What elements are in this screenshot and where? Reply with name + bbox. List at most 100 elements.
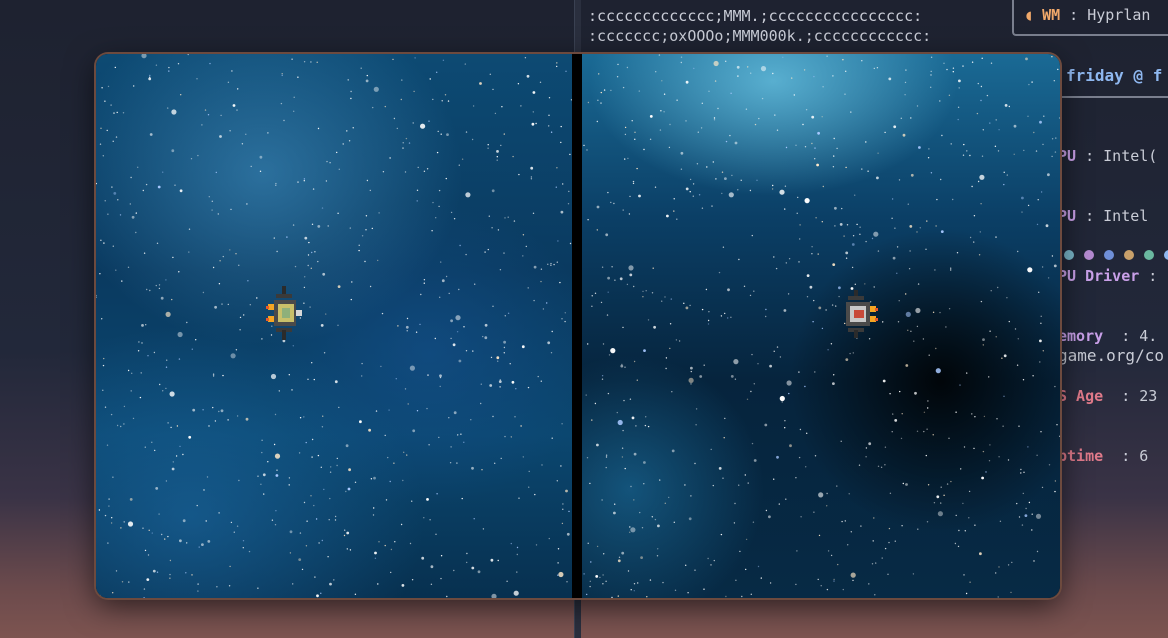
star — [832, 382, 835, 385]
star — [196, 504, 198, 507]
star — [690, 366, 693, 370]
star — [307, 264, 309, 267]
star — [795, 477, 797, 479]
star — [550, 262, 552, 265]
star — [104, 200, 106, 202]
star — [797, 196, 799, 199]
star — [725, 595, 727, 598]
star — [191, 574, 193, 576]
game-pane-left[interactable] — [96, 54, 572, 598]
star — [556, 261, 558, 263]
star — [820, 585, 822, 587]
star — [721, 171, 724, 173]
star — [149, 289, 151, 292]
game-window[interactable] — [96, 54, 1060, 598]
star — [950, 480, 952, 483]
star — [635, 425, 637, 427]
star — [645, 290, 647, 292]
star — [926, 521, 929, 523]
star — [307, 378, 309, 380]
star — [902, 482, 904, 485]
star — [188, 435, 192, 439]
star — [721, 192, 723, 195]
star — [833, 578, 835, 581]
star — [699, 375, 703, 378]
star — [734, 378, 737, 380]
star — [334, 380, 338, 384]
star — [453, 569, 455, 572]
star — [930, 56, 933, 58]
star — [624, 366, 626, 368]
star — [211, 209, 213, 211]
star — [846, 224, 849, 226]
star — [629, 526, 631, 528]
star — [960, 468, 962, 470]
star — [518, 173, 520, 176]
star — [149, 74, 151, 77]
star — [852, 579, 854, 582]
star — [348, 140, 351, 142]
star — [1047, 277, 1050, 279]
star — [436, 493, 438, 495]
star — [527, 386, 530, 389]
star — [651, 516, 653, 518]
star — [958, 79, 961, 83]
star — [880, 466, 883, 468]
star — [722, 246, 725, 248]
star — [605, 466, 607, 469]
star — [305, 545, 308, 547]
star — [655, 71, 657, 73]
star — [374, 551, 377, 555]
star — [965, 592, 968, 595]
player-ship-yellow[interactable] — [264, 284, 304, 342]
star — [785, 498, 787, 500]
star — [940, 486, 942, 488]
star — [729, 134, 731, 137]
star — [517, 83, 520, 85]
star — [360, 67, 362, 69]
star — [722, 477, 724, 479]
star — [898, 300, 900, 302]
star — [873, 517, 875, 519]
star — [663, 111, 665, 113]
star — [998, 456, 1000, 458]
star — [491, 189, 495, 193]
star — [450, 211, 453, 214]
star — [227, 303, 229, 306]
star — [221, 303, 223, 305]
info-row: ptime : 6 — [1058, 446, 1157, 466]
star — [337, 285, 341, 288]
star — [1054, 151, 1057, 153]
star — [849, 352, 851, 355]
star — [533, 299, 535, 302]
player-ship-red[interactable] — [840, 288, 880, 340]
star — [671, 391, 673, 393]
star — [784, 427, 786, 429]
star — [785, 146, 788, 149]
star — [905, 69, 907, 71]
info-label: PU — [1058, 207, 1077, 225]
star — [488, 215, 490, 217]
star — [361, 375, 363, 377]
star — [171, 149, 175, 153]
star — [556, 167, 558, 169]
star — [487, 147, 489, 149]
star — [989, 444, 991, 446]
star — [998, 566, 1000, 568]
star — [162, 390, 164, 392]
star — [629, 398, 632, 400]
star — [1025, 57, 1028, 61]
star — [273, 443, 276, 446]
star — [368, 428, 371, 432]
star — [983, 415, 986, 418]
game-pane-right[interactable] — [582, 54, 1060, 598]
star — [178, 271, 180, 273]
star — [426, 168, 429, 170]
star — [365, 215, 368, 217]
star — [913, 340, 915, 342]
star — [715, 178, 717, 180]
star — [406, 330, 408, 332]
star — [622, 86, 625, 89]
star — [861, 168, 863, 170]
star — [167, 422, 169, 424]
